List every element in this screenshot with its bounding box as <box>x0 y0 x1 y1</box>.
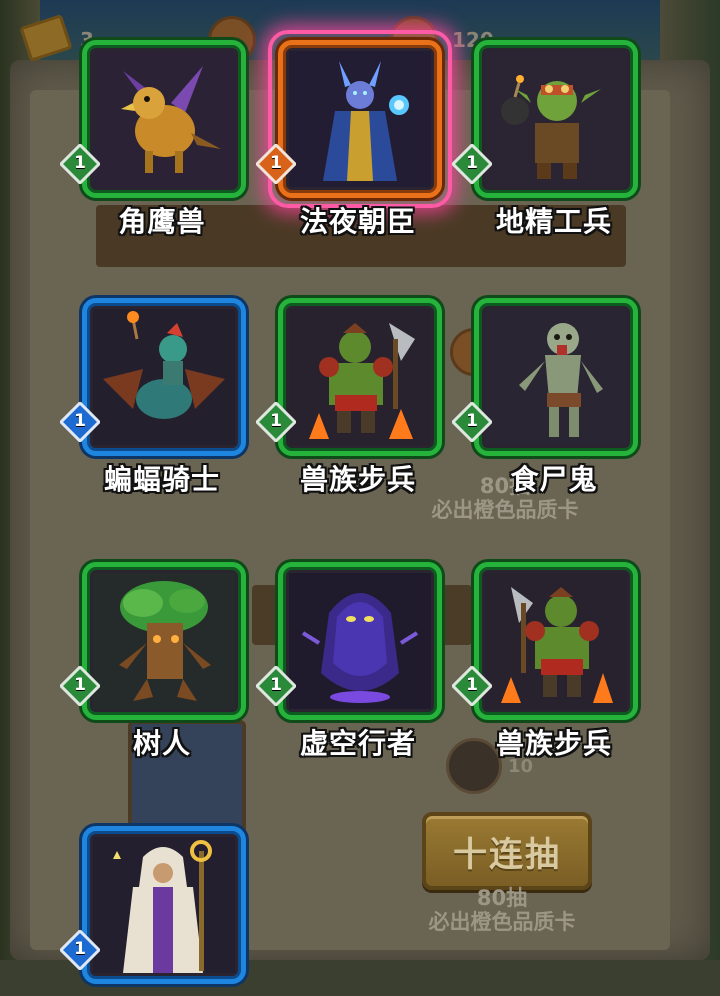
ghoul-icon <box>485 309 627 445</box>
card-name: 地精工兵 <box>495 205 612 238</box>
bat-rider-icon <box>93 309 235 445</box>
card-frame <box>278 298 442 456</box>
pity-note-bottom: 80抽 必出橙色品质卡 <box>412 886 592 934</box>
result-card[interactable]: 1 蝙蝠骑士 <box>60 298 254 496</box>
result-card[interactable]: 1 兽族步兵 <box>452 562 646 760</box>
result-card[interactable]: 1 食尸鬼 <box>452 298 646 496</box>
card-frame <box>474 298 638 456</box>
result-card[interactable]: 1 角鹰兽 <box>60 40 254 238</box>
result-card[interactable]: 1 兽族步兵 <box>256 298 450 496</box>
orc-grunt-icon <box>289 309 431 445</box>
card-name: 食尸鬼 <box>510 463 598 496</box>
result-card[interactable]: 1 树人 <box>60 562 254 760</box>
card-name: 法夜朝臣 <box>299 205 416 238</box>
card-frame <box>278 562 442 720</box>
griffin-icon <box>93 51 235 187</box>
card-frame <box>82 40 246 198</box>
orc-grunt-icon <box>485 573 627 709</box>
treant-icon <box>93 573 235 709</box>
card-frame <box>278 40 442 198</box>
card-frame <box>82 562 246 720</box>
level-badge: 1 <box>452 144 492 184</box>
voidwalker-icon <box>289 573 431 709</box>
result-card-highlighted[interactable]: 1 法夜朝臣 <box>256 30 452 238</box>
card-name: 兽族步兵 <box>495 727 612 760</box>
priest-icon <box>93 837 235 973</box>
pity-text-bottom: 必出橙色品质卡 <box>428 910 576 934</box>
card-name: 树人 <box>132 727 191 760</box>
level-badge: 1 <box>256 666 296 706</box>
card-frame <box>82 826 246 984</box>
card-frame <box>82 298 246 456</box>
result-card[interactable]: 1 <box>60 826 254 996</box>
level-badge: 1 <box>452 666 492 706</box>
result-card[interactable]: 1 地精工兵 <box>452 40 646 238</box>
level-badge: 1 <box>256 144 296 184</box>
level-badge: 1 <box>60 930 100 970</box>
goblin-sapper-icon <box>485 51 627 187</box>
level-badge: 1 <box>452 402 492 442</box>
level-badge: 1 <box>60 402 100 442</box>
level-badge: 1 <box>60 666 100 706</box>
card-name: 蝙蝠骑士 <box>103 463 220 496</box>
card-frame <box>474 562 638 720</box>
pity-text-top: 必出橙色品质卡 <box>431 498 579 522</box>
card-name: 兽族步兵 <box>299 463 416 496</box>
pity-count-bottom: 80抽 <box>476 886 528 910</box>
card-name: 角鹰兽 <box>118 205 206 238</box>
result-card[interactable]: 1 虚空行者 <box>256 562 450 760</box>
nightborne-courtier-icon <box>289 51 431 187</box>
card-name: 虚空行者 <box>299 727 416 760</box>
card-frame <box>474 40 638 198</box>
level-badge: 1 <box>60 144 100 184</box>
level-badge: 1 <box>256 402 296 442</box>
ten-draw-button[interactable]: 十连抽 <box>422 812 592 890</box>
